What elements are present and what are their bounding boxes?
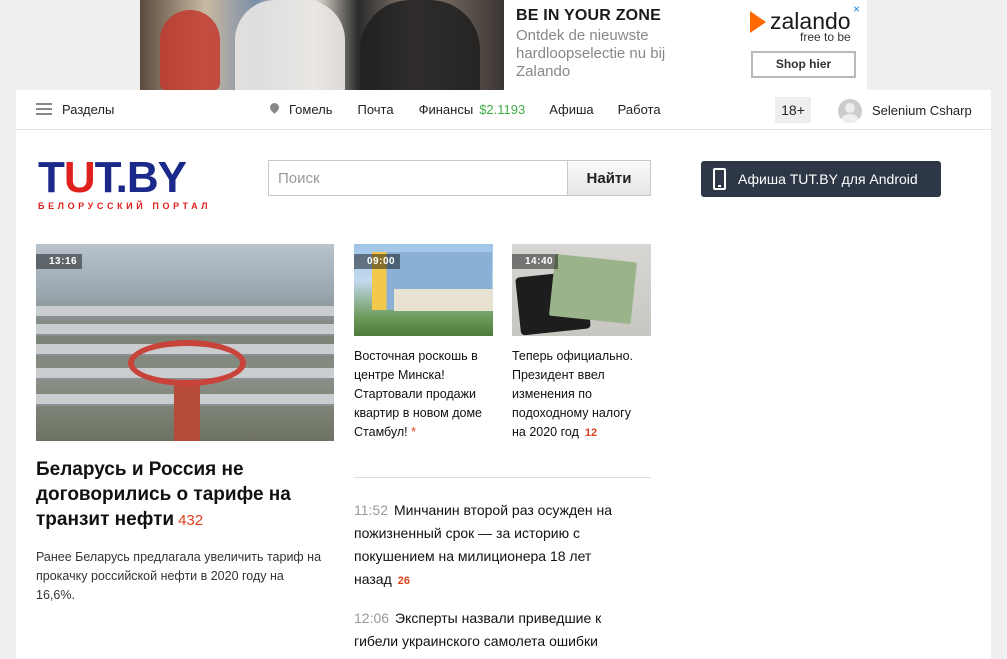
nav-city-link[interactable]: Гомель: [289, 102, 333, 117]
main-story-title[interactable]: Беларусь и Россия не договорились о тари…: [36, 457, 326, 533]
ad-image[interactable]: [140, 0, 504, 90]
building-shape: [394, 289, 493, 311]
ad-close-icon[interactable]: ×: [853, 2, 860, 16]
main-story-lead: Ранее Беларусь предлагала увеличить тари…: [36, 550, 322, 602]
valve-wheel-shape: [128, 340, 246, 386]
hamburger-menu-icon[interactable]: [36, 103, 52, 115]
nav-jobs-link[interactable]: Работа: [618, 102, 661, 117]
page-container: Разделы Гомель Почта Финансы $2.1193 Афиш…: [16, 90, 991, 659]
search-form: Найти: [268, 160, 651, 196]
search-button[interactable]: Найти: [567, 160, 651, 196]
card-image-minsk[interactable]: 09:00: [354, 244, 493, 336]
age-badge: 18+: [775, 97, 811, 123]
android-app-button[interactable]: Афиша TUT.BY для Android: [701, 161, 941, 197]
ad-banner[interactable]: BE IN YOUR ZONE Ontdek de nieuwste hardl…: [140, 0, 867, 90]
money-shape: [548, 253, 638, 325]
user-avatar-icon[interactable]: [838, 99, 862, 123]
currency-rate: $2.1193: [479, 102, 526, 117]
feed-time: 12:06: [354, 610, 390, 626]
feed-time: 11:52: [354, 502, 388, 518]
nav-mail-link[interactable]: Почта: [358, 102, 394, 117]
pipe-shape: [36, 324, 334, 334]
smartphone-icon: [713, 168, 726, 190]
card-title-minsk[interactable]: Восточная роскошь в центре Минска! Старт…: [354, 347, 499, 442]
android-app-label: Афиша TUT.BY для Android: [738, 171, 918, 187]
main-story-comments-count[interactable]: 432: [178, 512, 203, 529]
feed-comments-count[interactable]: 26: [398, 575, 410, 587]
card-time: 14:40: [512, 254, 559, 269]
ad-marker: *: [411, 425, 417, 439]
feed-title: Минчанин второй раз осужден на пожизненн…: [354, 502, 613, 587]
main-story-time: 13:16: [36, 254, 83, 269]
card-title-tax[interactable]: Теперь официально. Президент ввел измене…: [512, 347, 647, 443]
ad-tagline: free to be: [800, 30, 851, 44]
card-title-text: Теперь официально. Президент ввел измене…: [512, 349, 633, 439]
ad-image-runner-3: [360, 0, 480, 90]
card-title-text: Восточная роскошь в центре Минска! Старт…: [354, 349, 483, 439]
ad-image-runner-2: [235, 0, 345, 90]
feed-divider: [354, 477, 651, 478]
top-nav: Разделы Гомель Почта Финансы $2.1193 Афиш…: [16, 90, 991, 130]
logo-letters-tby: T.BY: [94, 153, 187, 202]
logo-wordmark: TUT.BY: [38, 156, 211, 200]
card-time: 09:00: [354, 254, 401, 269]
logo-letter-t: T: [38, 153, 65, 202]
nav-sections-link[interactable]: Разделы: [62, 102, 114, 117]
feed-item[interactable]: 12:06 Эксперты назвали приведшие к гибели…: [354, 607, 644, 653]
nav-finance-link[interactable]: Финансы $2.1193: [419, 102, 526, 117]
nav-afisha-link[interactable]: Афиша: [549, 102, 593, 117]
card-comments-count[interactable]: 12: [585, 427, 597, 439]
search-input[interactable]: [268, 160, 567, 196]
nav-finance-label: Финансы: [418, 102, 474, 117]
ad-image-runner-1: [160, 10, 220, 90]
feed-title: Эксперты назвали приведшие к гибели укра…: [354, 610, 602, 649]
location-pin-icon: [268, 101, 281, 114]
pipe-shape: [36, 306, 334, 316]
site-logo[interactable]: TUT.BY БЕЛОРУССКИЙ ПОРТАЛ: [38, 156, 212, 212]
nav-links: Гомель Почта Финансы $2.1193 Афиша Работа: [268, 101, 661, 117]
user-name-link[interactable]: Selenium Csharp: [872, 103, 972, 118]
main-story-image[interactable]: 13:16: [36, 244, 334, 441]
ad-shop-button[interactable]: Shop hier: [751, 51, 856, 78]
valve-post-shape: [174, 384, 200, 441]
feed-item[interactable]: 11:52 Минчанин второй раз осужден на пожи…: [354, 499, 644, 593]
zalando-chevron-icon: [750, 10, 766, 33]
main-story-title-text: Беларусь и Россия не договорились о тари…: [36, 459, 291, 530]
logo-letter-u: U: [63, 153, 96, 202]
logo-subtitle: БЕЛОРУССКИЙ ПОРТАЛ: [38, 201, 212, 211]
ad-headline: BE IN YOUR ZONE: [516, 7, 661, 24]
ad-body-text: Ontdek de nieuwste hardloopselectie nu b…: [516, 27, 666, 80]
card-image-tax[interactable]: 14:40: [512, 244, 651, 336]
